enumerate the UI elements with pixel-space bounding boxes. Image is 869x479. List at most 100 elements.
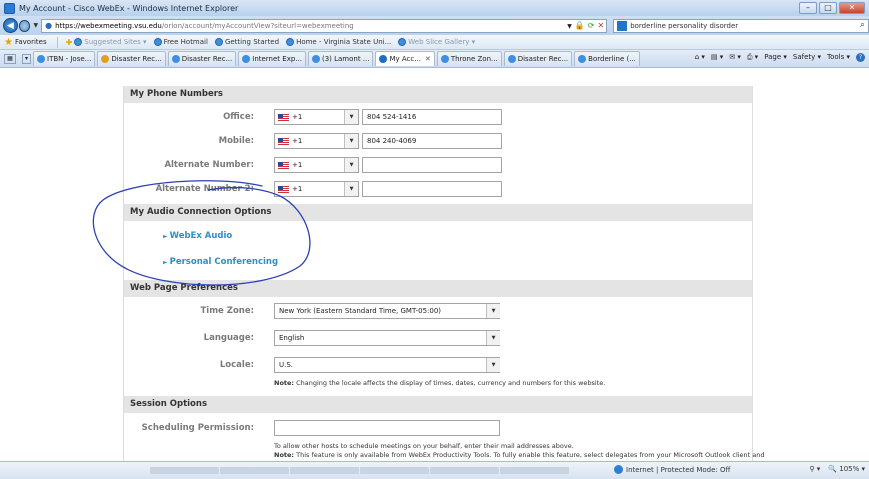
form-label: Mobile: xyxy=(218,136,254,146)
webex-audio-link[interactable]: ► WebEx Audio xyxy=(163,231,232,241)
favorites-bar: ★ Favorites ✚ Suggested Sites ▾ Free Hot… xyxy=(0,35,869,50)
tab-disaster-rec-3[interactable]: Disaster Rec... xyxy=(503,51,573,66)
form-label: Alternate Number 2: xyxy=(155,184,254,194)
time-zone-select[interactable]: New York (Eastern Standard Time, GMT-05:… xyxy=(274,303,500,319)
tab-my-account[interactable]: My Acc... ✕ xyxy=(375,51,435,66)
favorite-item-free-hotmail[interactable]: Free Hotmail xyxy=(153,38,208,46)
expand-triangle-icon: ► xyxy=(163,233,168,240)
locale-row: Locale: U.S. ▼ xyxy=(124,356,752,376)
tab-close-icon[interactable]: ✕ xyxy=(425,55,431,63)
url-actions: ▼ 🔒 ⟳ ✕ xyxy=(567,21,604,32)
add-favorite-icon[interactable]: ✚ xyxy=(66,38,73,47)
close-button[interactable]: ✕ xyxy=(839,2,865,14)
help-icon[interactable]: ? xyxy=(856,53,865,62)
search-input[interactable]: borderline personality disorder ⌕ xyxy=(613,18,869,33)
favorites-star-icon[interactable]: ★ xyxy=(4,37,13,48)
tab-disaster-rec-2[interactable]: Disaster Rec... xyxy=(167,51,237,66)
refresh-icon[interactable]: ⟳ xyxy=(588,21,595,32)
search-text: borderline personality disorder xyxy=(630,21,739,30)
dropdown-arrow-icon[interactable]: ▼ xyxy=(344,134,358,148)
history-dropdown-icon[interactable]: ▼ xyxy=(33,22,38,29)
dropdown-arrow-icon[interactable]: ▼ xyxy=(486,358,500,372)
language-select[interactable]: English xyxy=(274,330,500,346)
dropdown-arrow-icon[interactable]: ▼ xyxy=(344,110,358,124)
feeds-icon[interactable]: ▤ ▾ xyxy=(711,53,723,62)
favorites-button[interactable]: Favorites xyxy=(15,38,47,46)
tab-list-icon[interactable]: ▾ xyxy=(22,53,31,64)
favorite-item-web-slice-gallery[interactable]: Web Slice Gallery ▾ xyxy=(398,38,475,46)
dropdown-arrow-icon[interactable]: ▼ xyxy=(344,182,358,196)
quick-tabs-icon[interactable]: ▦ xyxy=(4,53,16,64)
section-header-session-options: Session Options xyxy=(124,396,752,413)
security-zone[interactable]: Internet | Protected Mode: Off xyxy=(614,465,730,474)
zoom-level[interactable]: 🔍 105% ▾ xyxy=(828,465,865,473)
section-header-web-prefs: Web Page Preferences xyxy=(124,280,752,297)
mail-icon[interactable]: ✉ ▾ xyxy=(729,53,741,62)
phone-number-input[interactable]: 804 240-4069 xyxy=(362,133,502,149)
scheduling-permission-input[interactable] xyxy=(274,420,500,436)
url-path: /orion/account/myAccountView?siteurl=web… xyxy=(161,21,354,30)
form-label: Alternate Number: xyxy=(164,160,254,170)
country-code-select[interactable]: +1 ▼ xyxy=(274,133,359,149)
forward-button[interactable] xyxy=(18,19,31,32)
stop-icon[interactable]: ✕ xyxy=(598,21,605,32)
ie-page-icon xyxy=(153,38,162,46)
country-code-select[interactable]: +1 ▼ xyxy=(274,157,359,173)
tab-throne-zone[interactable]: Throne Zon... xyxy=(436,51,502,66)
phone-number-input[interactable] xyxy=(362,157,502,173)
page-content: My Phone Numbers Office: +1 ▼ 804 524-141… xyxy=(0,68,869,461)
window-title-bar: My Account - Cisco WebEx - Windows Inter… xyxy=(0,0,869,16)
page-menu[interactable]: Page ▾ xyxy=(764,53,787,62)
lock-icon[interactable]: 🔒 xyxy=(575,21,585,32)
internet-zone-icon xyxy=(614,465,623,474)
tab-lamont[interactable]: (3) Lamont ... xyxy=(307,51,374,66)
url-input[interactable]: ● https://webexmeeting.vsu.edu/orion/acc… xyxy=(41,18,608,33)
us-flag-icon xyxy=(278,161,289,169)
tab-internet-exp[interactable]: Internet Exp... xyxy=(238,51,306,66)
phone-row-alternate: Alternate Number: +1 ▼ xyxy=(124,156,752,176)
divider xyxy=(56,36,58,48)
phone-number-input[interactable]: 804 524-1416 xyxy=(362,109,502,125)
window-controls: – □ ✕ xyxy=(799,2,865,14)
ie-page-icon xyxy=(507,55,516,63)
url-dropdown-icon[interactable]: ▼ xyxy=(567,21,572,32)
favorite-item-suggested-sites[interactable]: Suggested Sites ▾ xyxy=(74,38,147,46)
country-code-select[interactable]: +1 ▼ xyxy=(274,181,359,197)
pop-up-blocker-icon[interactable]: ⚲ ▾ xyxy=(809,465,820,473)
url-host: https://webexmeeting.vsu.edu xyxy=(55,21,162,30)
tools-menu[interactable]: Tools ▾ xyxy=(827,53,850,62)
language-row: Language: English ▼ xyxy=(124,329,752,349)
country-code-select[interactable]: +1 ▼ xyxy=(274,109,359,125)
time-zone-row: Time Zone: New York (Eastern Standard Ti… xyxy=(124,302,752,322)
tab-disaster-rec-1[interactable]: Disaster Rec... xyxy=(97,51,166,66)
dropdown-arrow-icon[interactable]: ▼ xyxy=(344,158,358,172)
ie-page-icon xyxy=(37,55,45,63)
personal-conferencing-link[interactable]: ► Personal Conferencing xyxy=(163,257,278,267)
minimize-button[interactable]: – xyxy=(799,2,817,14)
back-button[interactable]: ◀ xyxy=(3,18,18,33)
site-identity-icon: ● xyxy=(45,21,53,30)
productivity-tools-note: Note: This feature is only available fro… xyxy=(274,451,765,459)
print-icon[interactable]: ⎙ ▾ xyxy=(747,53,758,62)
ie-app-icon xyxy=(4,2,15,14)
tab-borderline[interactable]: Borderline (... xyxy=(574,51,640,66)
form-label: Language: xyxy=(203,333,254,343)
dropdown-arrow-icon[interactable]: ▼ xyxy=(486,304,500,318)
favorite-item-vsu-home[interactable]: Home - Virginia State Uni... xyxy=(286,38,391,46)
section-header-audio-options: My Audio Connection Options xyxy=(124,204,752,221)
maximize-button[interactable]: □ xyxy=(819,2,837,14)
home-icon[interactable]: ⌂ ▾ xyxy=(695,53,705,62)
form-label: Locale: xyxy=(219,360,254,370)
window-title: My Account - Cisco WebEx - Windows Inter… xyxy=(19,3,239,13)
form-label: Office: xyxy=(223,112,254,122)
status-progress-area xyxy=(150,467,570,474)
phone-number-input[interactable] xyxy=(362,181,502,197)
safety-menu[interactable]: Safety ▾ xyxy=(793,53,821,62)
webex-page-icon xyxy=(379,55,388,63)
locale-select[interactable]: U.S. xyxy=(274,357,500,373)
ie-page-icon xyxy=(286,38,295,46)
tab-itbn[interactable]: ITBN - Jose... xyxy=(33,51,96,66)
dropdown-arrow-icon[interactable]: ▼ xyxy=(486,331,500,345)
favorite-item-getting-started[interactable]: Getting Started xyxy=(214,38,279,46)
search-icon[interactable]: ⌕ xyxy=(860,20,865,30)
